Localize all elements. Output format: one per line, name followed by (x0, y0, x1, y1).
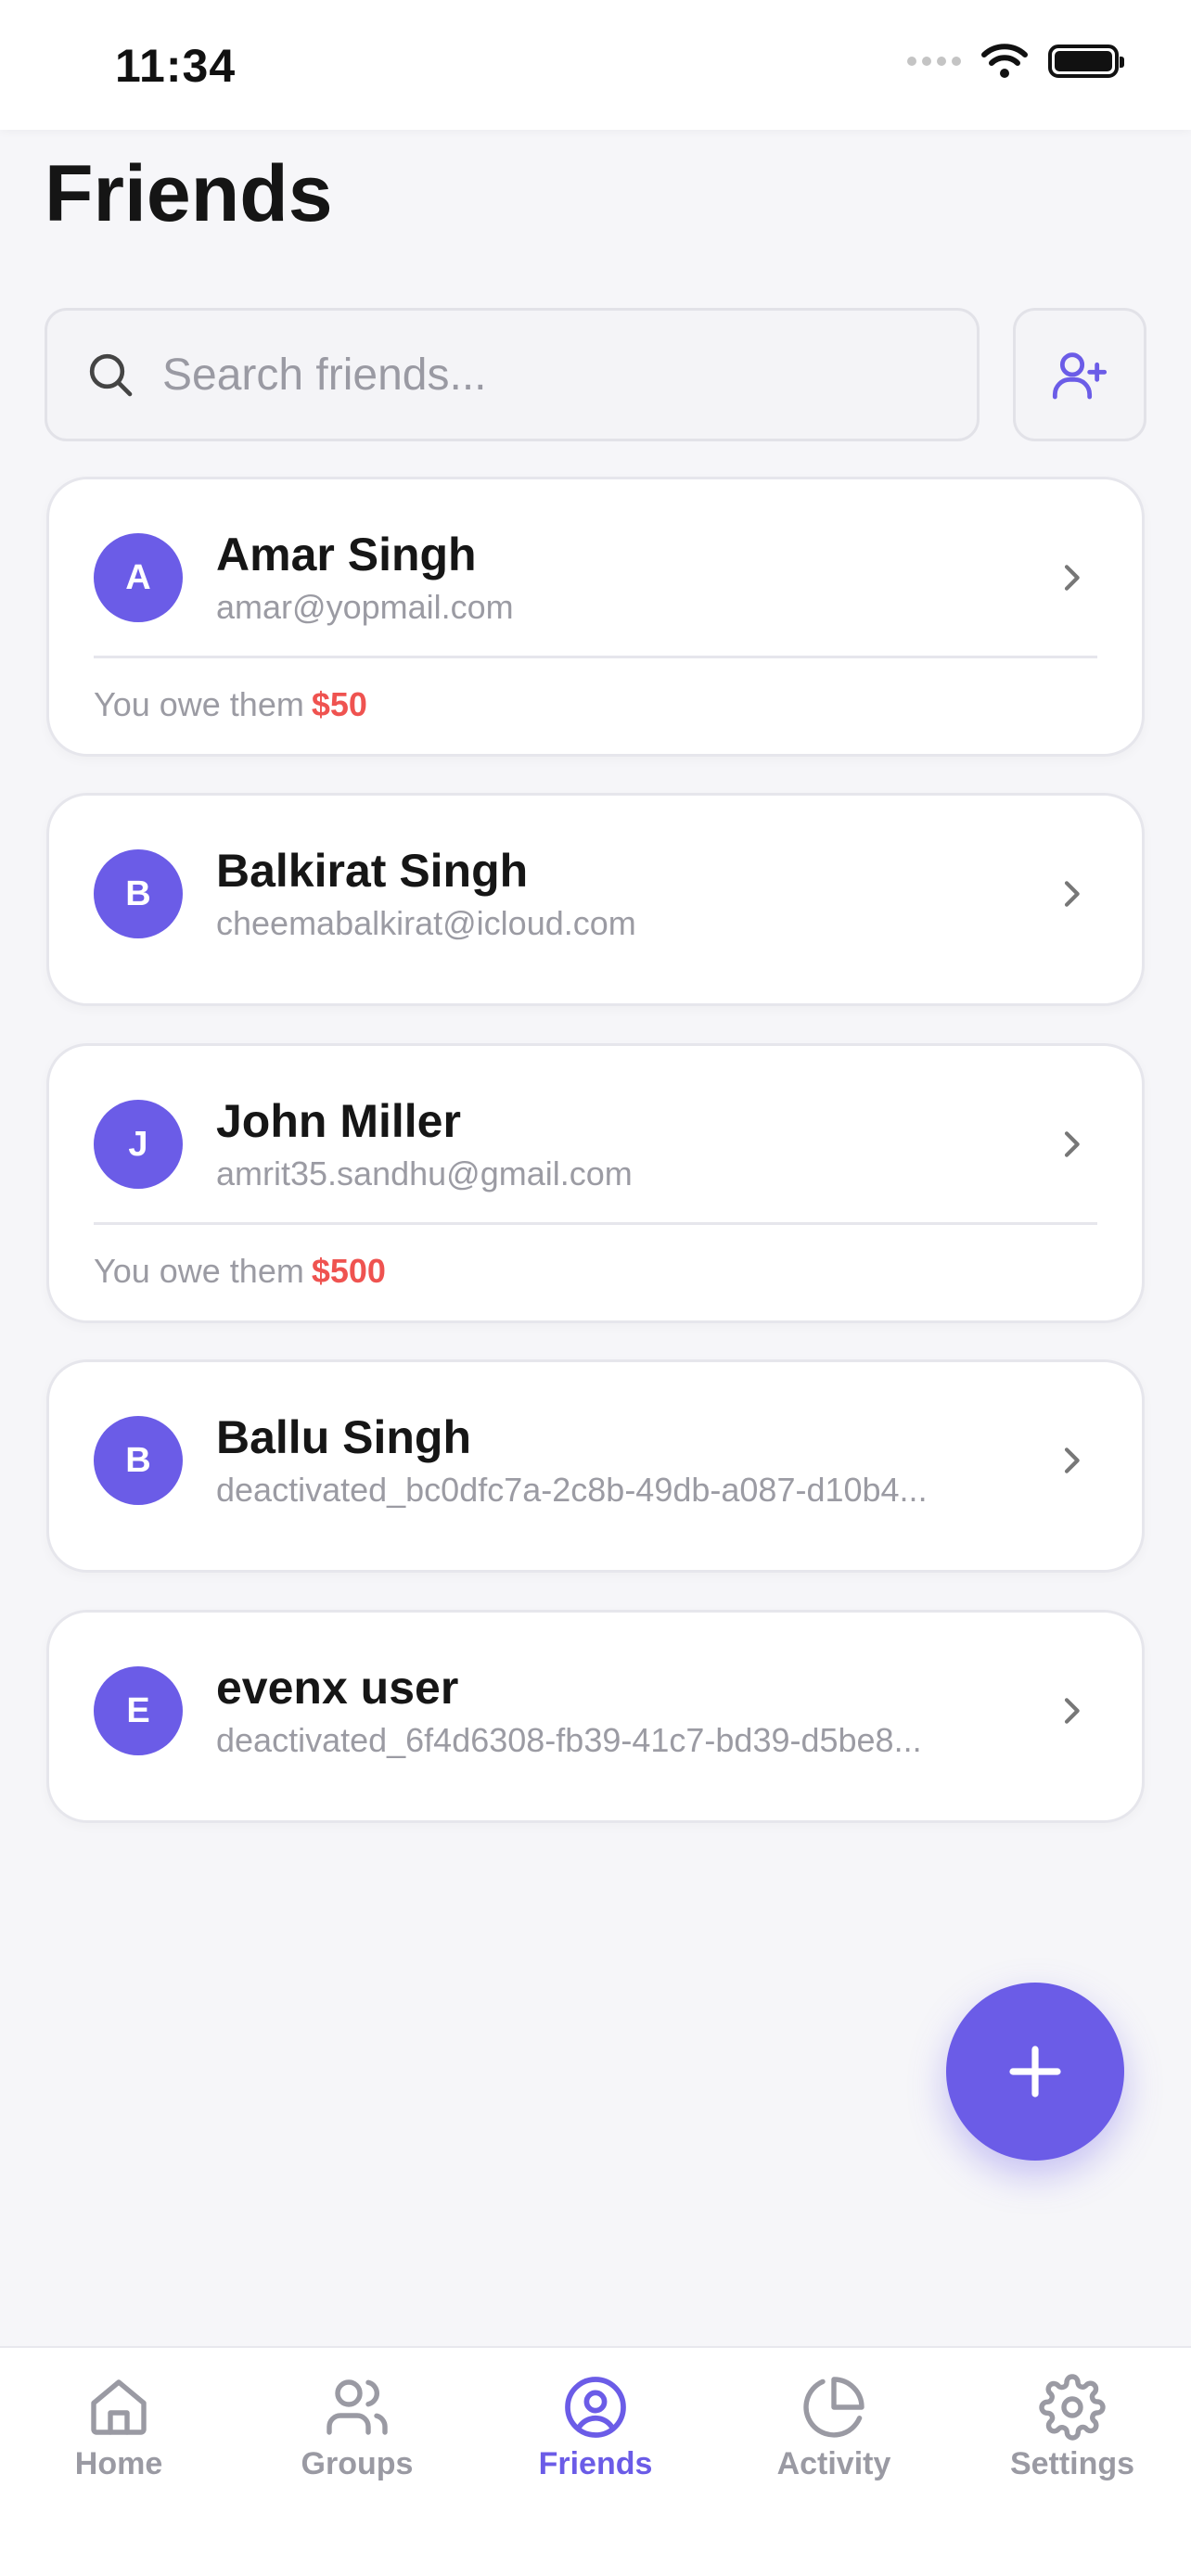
avatar: J (94, 1100, 183, 1189)
tab-label: Settings (1009, 2446, 1135, 2481)
search-icon (89, 353, 133, 397)
tab-friends[interactable]: Friends (503, 2374, 688, 2482)
chevron-right-icon (1064, 1698, 1080, 1724)
plus-icon (1009, 2046, 1061, 2098)
cellular-signal-icon (907, 57, 961, 66)
friend-name: Amar Singh (216, 529, 477, 580)
friend-email: cheemabalkirat@icloud.com (216, 904, 636, 942)
add-friend-button[interactable] (1013, 308, 1146, 441)
bottom-tab-bar: Home Groups Friends Activity Settings (0, 2346, 1191, 2576)
status-time: 11:34 (115, 40, 237, 92)
card-divider (94, 1222, 1097, 1225)
friend-card-john-miller[interactable]: J John Miller amrit35.sandhu@gmail.com Y… (46, 1043, 1145, 1323)
battery-icon (1048, 45, 1124, 78)
gear-icon (1039, 2374, 1106, 2441)
avatar: B (94, 1416, 183, 1505)
friend-email: deactivated_6f4d6308-fb39-41c7-bd39-d5be… (216, 1721, 922, 1759)
tab-activity[interactable]: Activity (741, 2374, 927, 2482)
page-title: Friends (45, 149, 333, 238)
chevron-right-icon (1064, 1131, 1080, 1157)
status-bar: 11:34 (0, 0, 1191, 130)
avatar: A (94, 533, 183, 622)
tab-label: Friends (538, 2446, 653, 2481)
tab-home[interactable]: Home (26, 2374, 211, 2482)
friend-name: Balkirat Singh (216, 845, 529, 897)
search-bar[interactable] (45, 308, 980, 441)
card-divider (94, 656, 1097, 658)
add-expense-fab[interactable] (946, 1983, 1124, 2161)
friend-email: amrit35.sandhu@gmail.com (216, 1154, 633, 1192)
friend-card-balkirat-singh[interactable]: B Balkirat Singh cheemabalkirat@icloud.c… (46, 793, 1145, 1006)
friend-card-amar-singh[interactable]: A Amar Singh amar@yopmail.com You owe th… (46, 477, 1145, 757)
tab-label: Groups (301, 2446, 414, 2481)
friend-name: John Miller (216, 1095, 461, 1147)
tab-label: Activity (776, 2446, 891, 2481)
chevron-right-icon (1064, 881, 1080, 907)
search-input[interactable] (162, 349, 923, 401)
friend-name: Ballu Singh (216, 1411, 471, 1463)
tab-label: Home (74, 2446, 163, 2481)
user-plus-icon (1052, 352, 1108, 400)
balance-amount: $500 (311, 1252, 386, 1290)
chevron-right-icon (1064, 565, 1080, 591)
tab-groups[interactable]: Groups (264, 2374, 450, 2482)
home-icon (91, 2379, 147, 2435)
friend-card-ballu-singh[interactable]: B Ballu Singh deactivated_bc0dfc7a-2c8b-… (46, 1359, 1145, 1573)
balance-amount: $50 (311, 685, 367, 723)
friend-email: deactivated_bc0dfc7a-2c8b-49db-a087-d10b… (216, 1471, 928, 1509)
user-circle-icon (565, 2377, 626, 2438)
avatar: E (94, 1666, 183, 1755)
wifi-icon (981, 44, 1028, 78)
friend-email: amar@yopmail.com (216, 588, 514, 626)
pie-chart-icon (803, 2377, 864, 2438)
balance-status: You owe them $500 (94, 1252, 386, 1290)
status-icons (907, 43, 1124, 80)
avatar: B (94, 849, 183, 938)
friend-name: evenx user (216, 1662, 459, 1714)
chevron-right-icon (1064, 1447, 1080, 1473)
balance-status: You owe them $50 (94, 685, 367, 723)
users-icon (327, 2379, 388, 2435)
friend-card-evenx-user[interactable]: E evenx user deactivated_6f4d6308-fb39-4… (46, 1610, 1145, 1823)
tab-settings[interactable]: Settings (980, 2374, 1165, 2482)
